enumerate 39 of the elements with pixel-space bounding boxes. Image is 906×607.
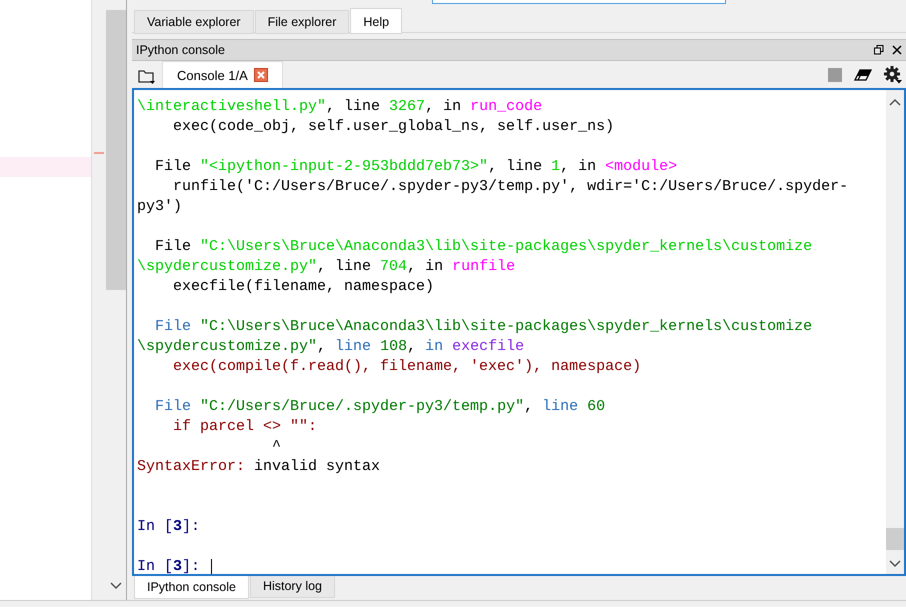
gear-icon[interactable]	[884, 66, 902, 84]
scrollbar-thumb[interactable]	[886, 528, 904, 550]
console-line: ^	[271, 437, 282, 457]
tab[interactable]: Help	[350, 8, 402, 34]
undock-icon[interactable]	[874, 45, 884, 55]
console-line: File "C:/Users/Bruce/.spyder-py3/temp.py", line 60	[154, 397, 606, 417]
folder-icon[interactable]	[138, 68, 156, 84]
console-line: execfile(filename, namespace)	[172, 277, 434, 297]
scrollbar[interactable]	[106, 0, 127, 600]
chevron-down-icon[interactable]	[889, 560, 901, 568]
change-marker	[94, 152, 104, 154]
console-line: exec(code_obj, self.user_global_ns, self.user_ns)	[172, 117, 614, 137]
tab[interactable]: History log	[250, 576, 335, 598]
console-line: In [3]:	[137, 517, 200, 537]
console-line: File "C:\Users\Bruce\Anaconda3\lib\site-packages\spyder_kernels\customize	[154, 237, 812, 257]
console-line: \interactiveshell.py", line 3267, in run_code	[137, 97, 542, 117]
console-line: \spydercustomize.py", line 704, in runfile	[137, 257, 516, 277]
scrollbar-thumb[interactable]	[106, 10, 126, 290]
console-line: \spydercustomize.py", line 108, in execfile	[137, 337, 524, 357]
tab[interactable]: Variable explorer	[134, 10, 254, 34]
console-tab[interactable]: Console 1/A	[162, 61, 283, 88]
tab[interactable]: IPython console	[134, 576, 249, 599]
console-line: runfile('C:/Users/Bruce/.spyder-py3/temp.py', wdir='C:/Users/Bruce/.spyder-	[172, 177, 848, 197]
search-field[interactable]	[432, 0, 726, 4]
chevron-up-icon[interactable]	[889, 98, 901, 106]
console-line: File "<ipython-input-2-953bddd7eb73>", line 1, in <module>	[154, 157, 678, 177]
console-line: if parcel <> "":	[172, 417, 318, 437]
console-line: py3')	[137, 197, 182, 217]
dock-title: IPython console	[136, 43, 226, 57]
console-output[interactable]	[132, 88, 906, 576]
console-line: exec(compile(f.read(), filename, 'exec'), namespace)	[172, 357, 642, 377]
chevron-down-icon[interactable]	[110, 582, 122, 590]
tab[interactable]: File explorer	[254, 10, 350, 34]
close-icon[interactable]	[892, 45, 902, 55]
scrollbar[interactable]	[886, 90, 904, 574]
console-line: File "C:\Users\Bruce\Anaconda3\lib\site-packages\spyder_kernels\customize	[154, 317, 812, 337]
console-line: SyntaxError: invalid syntax	[137, 457, 380, 477]
eraser-icon[interactable]	[854, 68, 872, 80]
console-line: In [3]:	[137, 557, 202, 574]
